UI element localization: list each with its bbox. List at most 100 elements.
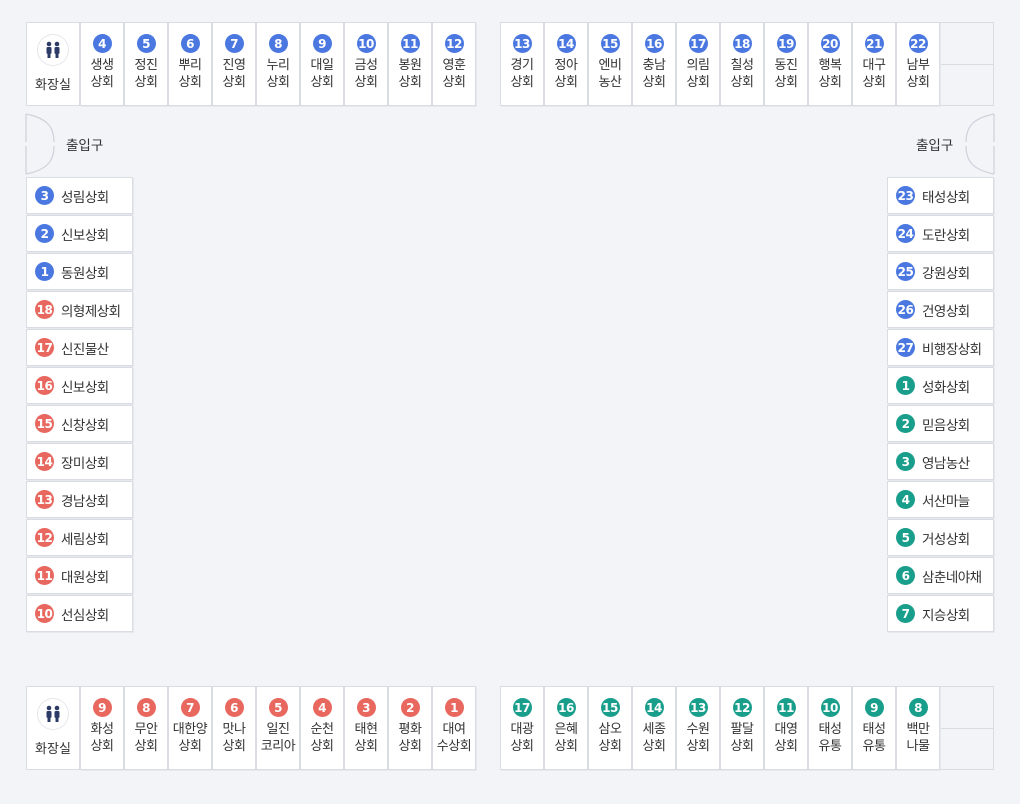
stall-left-column-1[interactable]: 3 성림상회 bbox=[26, 177, 133, 214]
stall-bottom-left-1[interactable]: 9 화성 상회 bbox=[80, 686, 124, 770]
stall-bottom-right-9[interactable]: 9 태성 유통 bbox=[852, 686, 896, 770]
stall-top-right-1[interactable]: 13 경기 상회 bbox=[500, 22, 544, 106]
stall-bottom-left-6[interactable]: 4 순천 상회 bbox=[300, 686, 344, 770]
stall-top-right-3[interactable]: 15 엔비 농산 bbox=[588, 22, 632, 106]
stall-top-right-2[interactable]: 14 정아 상회 bbox=[544, 22, 588, 106]
stall-top-left-8[interactable]: 11 봉원 상회 bbox=[388, 22, 432, 106]
restroom-top: 화장실 bbox=[26, 22, 80, 106]
stall-number-badge: 12 bbox=[444, 34, 464, 53]
restroom-bottom: 화장실 bbox=[26, 686, 80, 770]
stall-bottom-left-4[interactable]: 6 맛나 상회 bbox=[212, 686, 256, 770]
stall-number-badge: 12 bbox=[732, 698, 752, 717]
stall-left-column-12[interactable]: 10 선심상회 bbox=[26, 595, 133, 632]
stall-number-badge: 3 bbox=[896, 452, 915, 471]
stall-bottom-left-5[interactable]: 5 일진 코리아 bbox=[256, 686, 300, 770]
empty-cell bbox=[940, 64, 994, 106]
stall-name: 삼오 상회 bbox=[598, 722, 622, 754]
stall-number-badge: 18 bbox=[732, 34, 752, 53]
stall-right-column-8[interactable]: 3 영남농산 bbox=[887, 443, 994, 480]
stall-top-right-10[interactable]: 22 남부 상회 bbox=[896, 22, 940, 106]
stall-name: 수원 상회 bbox=[686, 722, 710, 754]
stall-name: 경남상회 bbox=[61, 493, 109, 510]
stall-top-left-1[interactable]: 4 생생 상회 bbox=[80, 22, 124, 106]
stall-name: 성화상회 bbox=[922, 379, 970, 396]
stall-left-column-7[interactable]: 15 신창상회 bbox=[26, 405, 133, 442]
stall-bottom-left-3[interactable]: 7 대한양 상회 bbox=[168, 686, 212, 770]
stall-bottom-right-8[interactable]: 10 태성 유통 bbox=[808, 686, 852, 770]
stall-right-column-6[interactable]: 1 성화상회 bbox=[887, 367, 994, 404]
stall-number-badge: 13 bbox=[688, 698, 708, 717]
stall-left-column-3[interactable]: 1 동원상회 bbox=[26, 253, 133, 290]
stall-number-badge: 15 bbox=[600, 698, 620, 717]
stall-name: 대일 상회 bbox=[310, 58, 334, 90]
stall-number-badge: 8 bbox=[136, 698, 156, 717]
stall-right-column-11[interactable]: 6 삼춘네야채 bbox=[887, 557, 994, 594]
entrance-right-label: 출입구 bbox=[916, 138, 954, 154]
stall-name: 동원상회 bbox=[61, 265, 109, 282]
stall-right-column-10[interactable]: 5 거성상회 bbox=[887, 519, 994, 556]
stall-right-column-2[interactable]: 24 도란상회 bbox=[887, 215, 994, 252]
stall-left-column-5[interactable]: 17 신진물산 bbox=[26, 329, 133, 366]
stall-top-left-7[interactable]: 10 금성 상회 bbox=[344, 22, 388, 106]
stall-number-badge: 17 bbox=[512, 698, 532, 717]
stall-top-right-9[interactable]: 21 대구 상회 bbox=[852, 22, 896, 106]
stall-right-column-5[interactable]: 27 비행장상회 bbox=[887, 329, 994, 366]
stall-number-badge: 22 bbox=[908, 34, 928, 53]
stall-left-column-10[interactable]: 12 세림상회 bbox=[26, 519, 133, 556]
stall-top-right-5[interactable]: 17 의림 상회 bbox=[676, 22, 720, 106]
stall-bottom-right-6[interactable]: 12 팔달 상회 bbox=[720, 686, 764, 770]
stall-top-left-2[interactable]: 5 정진 상회 bbox=[124, 22, 168, 106]
stall-left-column-2[interactable]: 2 신보상회 bbox=[26, 215, 133, 252]
stall-name: 세림상회 bbox=[61, 531, 109, 548]
stall-top-left-5[interactable]: 8 누리 상회 bbox=[256, 22, 300, 106]
stall-name: 동진 상회 bbox=[774, 58, 798, 90]
stall-bottom-right-2[interactable]: 16 은혜 상회 bbox=[544, 686, 588, 770]
stall-left-column-6[interactable]: 16 신보상회 bbox=[26, 367, 133, 404]
stall-left-column-11[interactable]: 11 대원상회 bbox=[26, 557, 133, 594]
stall-bottom-left-9[interactable]: 1 대여 수상회 bbox=[432, 686, 476, 770]
stall-bottom-right-7[interactable]: 11 대영 상회 bbox=[764, 686, 808, 770]
stall-number-badge: 25 bbox=[896, 262, 915, 281]
stall-number-badge: 1 bbox=[444, 698, 464, 717]
stall-left-column-8[interactable]: 14 장미상회 bbox=[26, 443, 133, 480]
stall-bottom-left-7[interactable]: 3 태현 상회 bbox=[344, 686, 388, 770]
stall-top-right-4[interactable]: 16 충남 상회 bbox=[632, 22, 676, 106]
stall-top-right-7[interactable]: 19 동진 상회 bbox=[764, 22, 808, 106]
stall-number-badge: 14 bbox=[556, 34, 576, 53]
stall-bottom-right-4[interactable]: 14 세종 상회 bbox=[632, 686, 676, 770]
stall-name: 진영 상회 bbox=[222, 58, 246, 90]
stall-bottom-right-3[interactable]: 15 삼오 상회 bbox=[588, 686, 632, 770]
stall-name: 서산마늘 bbox=[922, 493, 970, 510]
stall-bottom-left-2[interactable]: 8 무안 상회 bbox=[124, 686, 168, 770]
stall-right-column-12[interactable]: 7 지승상회 bbox=[887, 595, 994, 632]
stall-top-right-6[interactable]: 18 칠성 상회 bbox=[720, 22, 764, 106]
stall-top-left-4[interactable]: 7 진영 상회 bbox=[212, 22, 256, 106]
stall-name: 맛나 상회 bbox=[222, 722, 246, 754]
restroom-label: 화장실 bbox=[35, 742, 71, 757]
stall-name: 팔달 상회 bbox=[730, 722, 754, 754]
stall-right-column-4[interactable]: 26 건영상회 bbox=[887, 291, 994, 328]
stall-bottom-left-8[interactable]: 2 평화 상회 bbox=[388, 686, 432, 770]
stall-number-badge: 11 bbox=[776, 698, 796, 717]
stall-bottom-right-5[interactable]: 13 수원 상회 bbox=[676, 686, 720, 770]
stall-top-right-8[interactable]: 20 행복 상회 bbox=[808, 22, 852, 106]
stall-right-column-7[interactable]: 2 믿음상회 bbox=[887, 405, 994, 442]
stall-number-badge: 17 bbox=[35, 338, 54, 357]
stall-name: 장미상회 bbox=[61, 455, 109, 472]
empty-cell bbox=[940, 22, 994, 65]
stall-number-badge: 7 bbox=[896, 604, 915, 623]
stall-right-column-1[interactable]: 23 태성상회 bbox=[887, 177, 994, 214]
stall-number-badge: 17 bbox=[688, 34, 708, 53]
stall-right-column-3[interactable]: 25 강원상회 bbox=[887, 253, 994, 290]
stall-bottom-right-10[interactable]: 8 백만 나물 bbox=[896, 686, 940, 770]
stall-left-column-9[interactable]: 13 경남상회 bbox=[26, 481, 133, 518]
empty-cell bbox=[940, 728, 994, 770]
stall-bottom-right-1[interactable]: 17 대광 상회 bbox=[500, 686, 544, 770]
stall-name: 대한양 상회 bbox=[172, 722, 208, 754]
stall-right-column-9[interactable]: 4 서산마늘 bbox=[887, 481, 994, 518]
stall-top-left-3[interactable]: 6 뿌리 상회 bbox=[168, 22, 212, 106]
stall-left-column-4[interactable]: 18 의형제상회 bbox=[26, 291, 133, 328]
stall-top-left-6[interactable]: 9 대일 상회 bbox=[300, 22, 344, 106]
stall-top-left-9[interactable]: 12 영훈 상회 bbox=[432, 22, 476, 106]
stall-name: 칠성 상회 bbox=[730, 58, 754, 90]
